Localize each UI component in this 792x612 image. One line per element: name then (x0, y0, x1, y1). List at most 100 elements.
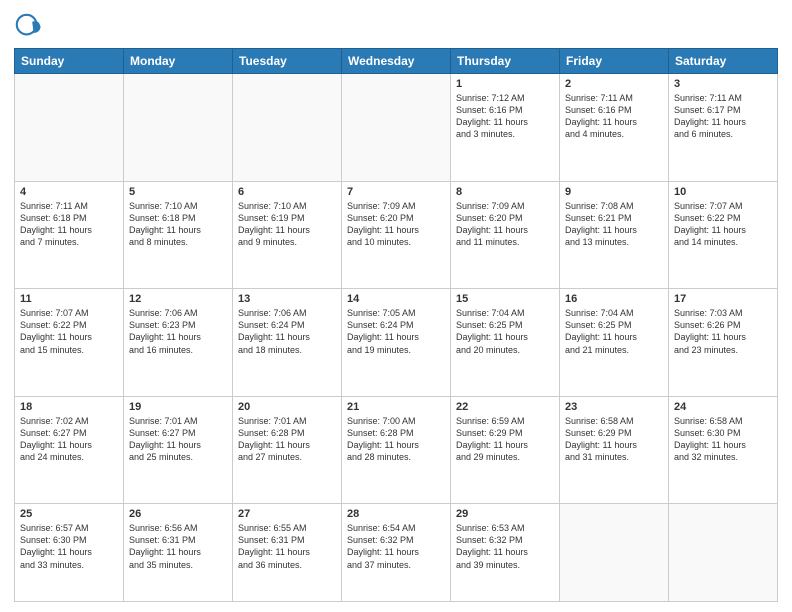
day-number: 18 (20, 401, 118, 413)
calendar-cell: 18 Sunrise: 7:02 AM Sunset: 6:27 PM Dayli… (15, 396, 124, 504)
day-number: 20 (238, 401, 336, 413)
day-info: Sunrise: 6:59 AM Sunset: 6:29 PM Dayligh… (456, 415, 554, 464)
day-info: Sunrise: 6:54 AM Sunset: 6:32 PM Dayligh… (347, 522, 445, 571)
calendar-cell: 27 Sunrise: 6:55 AM Sunset: 6:31 PM Dayli… (233, 504, 342, 602)
day-info: Sunrise: 7:00 AM Sunset: 6:28 PM Dayligh… (347, 415, 445, 464)
day-number: 21 (347, 401, 445, 413)
calendar-cell: 8 Sunrise: 7:09 AM Sunset: 6:20 PM Daylig… (451, 181, 560, 289)
calendar-cell: 9 Sunrise: 7:08 AM Sunset: 6:21 PM Daylig… (560, 181, 669, 289)
day-number: 26 (129, 508, 227, 520)
calendar-cell: 24 Sunrise: 6:58 AM Sunset: 6:30 PM Dayli… (669, 396, 778, 504)
calendar-cell: 11 Sunrise: 7:07 AM Sunset: 6:22 PM Dayli… (15, 289, 124, 397)
calendar-cell (560, 504, 669, 602)
day-info: Sunrise: 6:58 AM Sunset: 6:29 PM Dayligh… (565, 415, 663, 464)
day-number: 2 (565, 78, 663, 90)
day-info: Sunrise: 6:55 AM Sunset: 6:31 PM Dayligh… (238, 522, 336, 571)
day-number: 17 (674, 293, 772, 305)
day-info: Sunrise: 6:57 AM Sunset: 6:30 PM Dayligh… (20, 522, 118, 571)
calendar-header-row: SundayMondayTuesdayWednesdayThursdayFrid… (15, 49, 778, 74)
day-of-week-header: Saturday (669, 49, 778, 74)
calendar-cell (233, 74, 342, 182)
day-info: Sunrise: 7:10 AM Sunset: 6:18 PM Dayligh… (129, 200, 227, 249)
calendar-cell (342, 74, 451, 182)
calendar-cell (669, 504, 778, 602)
day-of-week-header: Friday (560, 49, 669, 74)
calendar-cell: 1 Sunrise: 7:12 AM Sunset: 6:16 PM Daylig… (451, 74, 560, 182)
day-number: 19 (129, 401, 227, 413)
day-info: Sunrise: 7:02 AM Sunset: 6:27 PM Dayligh… (20, 415, 118, 464)
day-number: 29 (456, 508, 554, 520)
calendar-cell: 14 Sunrise: 7:05 AM Sunset: 6:24 PM Dayli… (342, 289, 451, 397)
day-number: 22 (456, 401, 554, 413)
calendar-cell: 10 Sunrise: 7:07 AM Sunset: 6:22 PM Dayli… (669, 181, 778, 289)
day-info: Sunrise: 7:10 AM Sunset: 6:19 PM Dayligh… (238, 200, 336, 249)
day-number: 14 (347, 293, 445, 305)
calendar-cell: 15Sunrise: 7:04 AM Sunset: 6:25 PM Dayli… (451, 289, 560, 397)
calendar-cell: 19 Sunrise: 7:01 AM Sunset: 6:27 PM Dayli… (124, 396, 233, 504)
calendar-week-row: 11 Sunrise: 7:07 AM Sunset: 6:22 PM Dayli… (15, 289, 778, 397)
day-number: 12 (129, 293, 227, 305)
day-number: 27 (238, 508, 336, 520)
day-info: Sunrise: 7:04 AM Sunset: 6:25 PM Dayligh… (456, 307, 554, 356)
day-number: 9 (565, 186, 663, 198)
day-info: Sunrise: 7:09 AM Sunset: 6:20 PM Dayligh… (347, 200, 445, 249)
calendar-cell (15, 74, 124, 182)
day-number: 16 (565, 293, 663, 305)
day-number: 6 (238, 186, 336, 198)
calendar-cell: 17 Sunrise: 7:03 AM Sunset: 6:26 PM Dayli… (669, 289, 778, 397)
calendar-cell: 5 Sunrise: 7:10 AM Sunset: 6:18 PM Daylig… (124, 181, 233, 289)
day-info: Sunrise: 7:08 AM Sunset: 6:21 PM Dayligh… (565, 200, 663, 249)
day-info: Sunrise: 7:06 AM Sunset: 6:23 PM Dayligh… (129, 307, 227, 356)
day-number: 7 (347, 186, 445, 198)
day-info: Sunrise: 7:07 AM Sunset: 6:22 PM Dayligh… (20, 307, 118, 356)
day-info: Sunrise: 7:12 AM Sunset: 6:16 PM Dayligh… (456, 92, 554, 141)
day-number: 11 (20, 293, 118, 305)
calendar-cell: 12 Sunrise: 7:06 AM Sunset: 6:23 PM Dayli… (124, 289, 233, 397)
calendar-cell: 28 Sunrise: 6:54 AM Sunset: 6:32 PM Dayli… (342, 504, 451, 602)
calendar-week-row: 25 Sunrise: 6:57 AM Sunset: 6:30 PM Dayli… (15, 504, 778, 602)
calendar-cell: 23Sunrise: 6:58 AM Sunset: 6:29 PM Dayli… (560, 396, 669, 504)
calendar-cell: 21 Sunrise: 7:00 AM Sunset: 6:28 PM Dayli… (342, 396, 451, 504)
day-of-week-header: Wednesday (342, 49, 451, 74)
day-number: 1 (456, 78, 554, 90)
day-info: Sunrise: 6:56 AM Sunset: 6:31 PM Dayligh… (129, 522, 227, 571)
day-info: Sunrise: 7:01 AM Sunset: 6:27 PM Dayligh… (129, 415, 227, 464)
day-of-week-header: Tuesday (233, 49, 342, 74)
day-number: 13 (238, 293, 336, 305)
day-number: 5 (129, 186, 227, 198)
calendar-cell: 22 Sunrise: 6:59 AM Sunset: 6:29 PM Dayli… (451, 396, 560, 504)
calendar-cell: 25 Sunrise: 6:57 AM Sunset: 6:30 PM Dayli… (15, 504, 124, 602)
day-info: Sunrise: 7:11 AM Sunset: 6:17 PM Dayligh… (674, 92, 772, 141)
day-info: Sunrise: 7:03 AM Sunset: 6:26 PM Dayligh… (674, 307, 772, 356)
calendar-cell: 16 Sunrise: 7:04 AM Sunset: 6:25 PM Dayli… (560, 289, 669, 397)
logo (14, 12, 44, 40)
day-info: Sunrise: 7:01 AM Sunset: 6:28 PM Dayligh… (238, 415, 336, 464)
day-info: Sunrise: 7:05 AM Sunset: 6:24 PM Dayligh… (347, 307, 445, 356)
calendar-cell: 7 Sunrise: 7:09 AM Sunset: 6:20 PM Daylig… (342, 181, 451, 289)
page: SundayMondayTuesdayWednesdayThursdayFrid… (0, 0, 792, 612)
day-of-week-header: Thursday (451, 49, 560, 74)
day-number: 3 (674, 78, 772, 90)
calendar-cell: 29 Sunrise: 6:53 AM Sunset: 6:32 PM Dayli… (451, 504, 560, 602)
logo-icon (14, 12, 42, 40)
calendar-week-row: 4Sunrise: 7:11 AM Sunset: 6:18 PM Daylig… (15, 181, 778, 289)
day-number: 28 (347, 508, 445, 520)
day-number: 8 (456, 186, 554, 198)
day-info: Sunrise: 7:06 AM Sunset: 6:24 PM Dayligh… (238, 307, 336, 356)
day-info: Sunrise: 6:53 AM Sunset: 6:32 PM Dayligh… (456, 522, 554, 571)
day-number: 10 (674, 186, 772, 198)
day-info: Sunrise: 7:11 AM Sunset: 6:16 PM Dayligh… (565, 92, 663, 141)
calendar-cell: 6 Sunrise: 7:10 AM Sunset: 6:19 PM Daylig… (233, 181, 342, 289)
calendar-cell: 26 Sunrise: 6:56 AM Sunset: 6:31 PM Dayli… (124, 504, 233, 602)
header (14, 12, 778, 40)
day-of-week-header: Monday (124, 49, 233, 74)
day-of-week-header: Sunday (15, 49, 124, 74)
day-number: 24 (674, 401, 772, 413)
calendar-cell: 13 Sunrise: 7:06 AM Sunset: 6:24 PM Dayli… (233, 289, 342, 397)
calendar-cell: 4Sunrise: 7:11 AM Sunset: 6:18 PM Daylig… (15, 181, 124, 289)
day-info: Sunrise: 7:07 AM Sunset: 6:22 PM Dayligh… (674, 200, 772, 249)
day-info: Sunrise: 7:09 AM Sunset: 6:20 PM Dayligh… (456, 200, 554, 249)
day-number: 25 (20, 508, 118, 520)
day-info: Sunrise: 7:04 AM Sunset: 6:25 PM Dayligh… (565, 307, 663, 356)
day-info: Sunrise: 6:58 AM Sunset: 6:30 PM Dayligh… (674, 415, 772, 464)
